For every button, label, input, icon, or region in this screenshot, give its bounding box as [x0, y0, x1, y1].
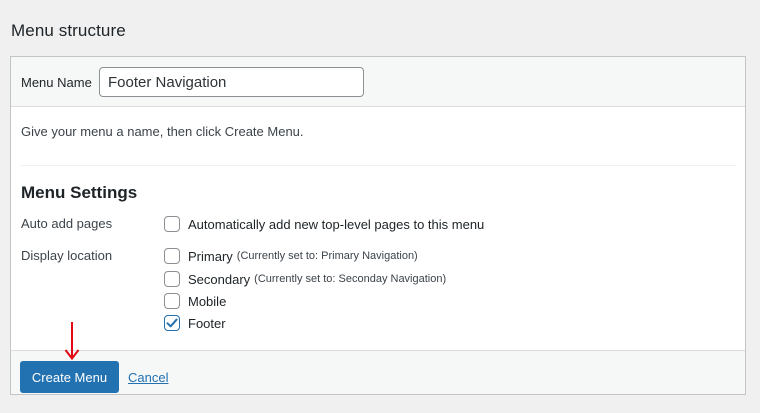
location-primary-label: Primary: [188, 248, 233, 264]
auto-add-pages-checkbox[interactable]: [164, 216, 180, 232]
check-icon: [166, 318, 178, 328]
location-mobile-label: Mobile: [188, 293, 227, 309]
location-mobile-option[interactable]: Mobile: [164, 292, 226, 310]
location-secondary-label: Secondary: [188, 271, 251, 287]
create-menu-button[interactable]: Create Menu: [20, 361, 119, 393]
menu-hint-text: Give your menu a name, then click Create…: [21, 124, 304, 139]
display-location-label: Display location: [21, 248, 113, 263]
arrow-down-icon: [64, 322, 80, 361]
location-primary-option[interactable]: Primary (Currently set to: Primary Navig…: [164, 247, 418, 265]
menu-settings-heading: Menu Settings: [21, 183, 138, 202]
location-primary-checkbox[interactable]: [164, 248, 180, 264]
location-footer-checkbox[interactable]: [164, 315, 180, 331]
location-secondary-note: (Currently set to: Seconday Navigation): [254, 273, 447, 285]
location-mobile-checkbox[interactable]: [164, 293, 180, 309]
auto-add-pages-option-label: Automatically add new top-level pages to…: [188, 216, 485, 232]
location-footer-option[interactable]: Footer: [164, 314, 226, 332]
location-primary-note: (Currently set to: Primary Navigation): [236, 250, 418, 262]
menu-name-input[interactable]: [99, 67, 364, 97]
menu-name-bar: Menu Name: [11, 57, 745, 107]
menu-name-label: Menu Name: [21, 75, 92, 90]
auto-add-pages-option[interactable]: Automatically add new top-level pages to…: [164, 215, 484, 233]
cancel-link[interactable]: Cancel: [128, 370, 168, 385]
location-footer-label: Footer: [188, 315, 226, 331]
page-title: Menu structure: [11, 21, 126, 40]
panel-footer: Create Menu Cancel: [11, 350, 745, 394]
location-secondary-option[interactable]: Secondary (Currently set to: Seconday Na…: [164, 270, 446, 288]
menu-panel: Menu Name Give your menu a name, then cl…: [10, 56, 746, 395]
location-secondary-checkbox[interactable]: [164, 271, 180, 287]
divider: [21, 165, 736, 166]
auto-add-pages-label: Auto add pages: [21, 216, 113, 231]
